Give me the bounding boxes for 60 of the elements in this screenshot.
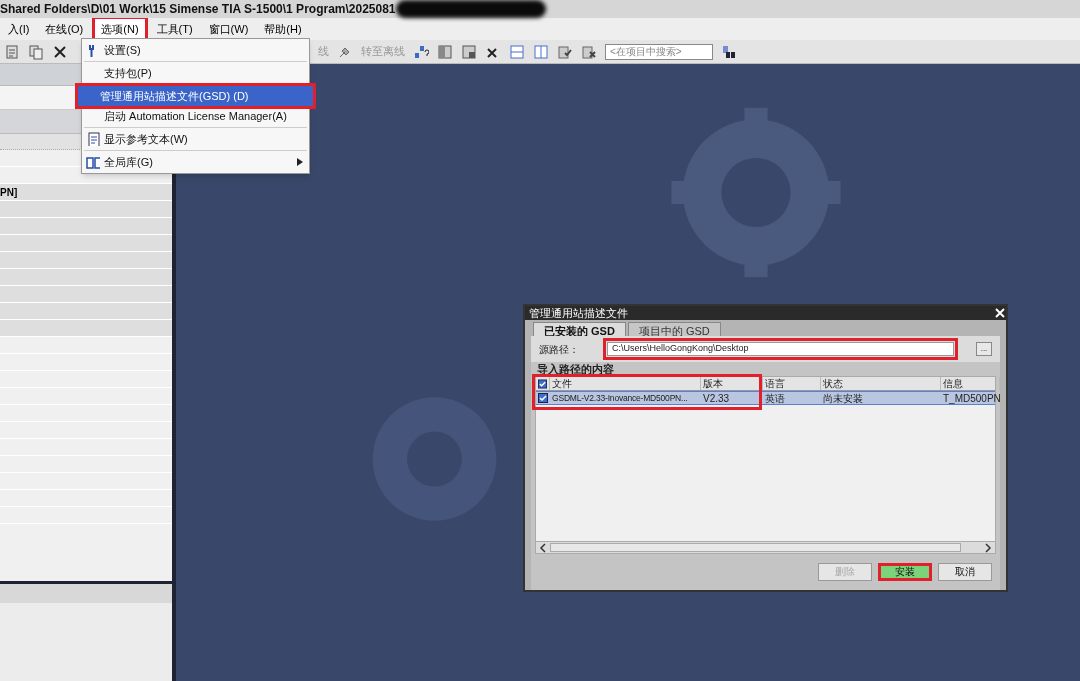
panel-icon[interactable] [461,43,477,60]
book-icon [86,155,100,169]
row-text: PN] [0,185,18,200]
split-vertical-icon[interactable] [533,43,549,60]
tab[interactable]: 已安装的 GSD [533,322,626,336]
scroll-right-icon[interactable] [983,542,993,553]
menu-item[interactable]: 帮助(H) [256,19,310,39]
menu-item[interactable]: 选项(N) [95,19,145,39]
document-icon [86,132,100,146]
table-cell-text: GSDML-V2.33-Inovance-MD500PN... [551,392,689,404]
scroll-left-icon[interactable] [538,542,548,553]
search-field[interactable]: <在项目中搜索> [605,43,713,60]
menu-label: 全局库(G) [104,154,154,170]
scrollbar-thumb[interactable] [550,543,961,552]
checkbox[interactable] [538,378,547,389]
window-title: Shared Folders\D\01 Work\15 Simense TIA S-1500\1 Program\2025081 [0,1,396,18]
submenu-arrow-icon [297,158,303,166]
check-icon[interactable] [557,43,573,60]
toolbar-label: 线 [318,44,329,60]
checkbox[interactable] [538,393,548,403]
horizontal-scrollbar[interactable] [536,541,995,553]
menu-item[interactable]: 启动 Automation License Manager(A) [82,106,309,126]
toolbar-label: 转至离线 [361,44,405,60]
table-cell-text: V2.33 [702,392,731,404]
delete-icon[interactable] [52,43,68,60]
table-cell-text: T_MD500PN [942,392,1000,404]
column-header: 语言 [763,377,821,390]
menu-label: 支持包(P) [104,65,153,81]
menu-item[interactable]: 管理通用站描述文件(GSD) (D) [78,86,313,106]
split-horizontal-icon[interactable] [509,43,525,60]
network-help-icon[interactable] [413,43,429,60]
table-cell-text: 英语 [764,392,786,404]
dialog-button[interactable]: 安装 [878,563,932,581]
menu-item[interactable]: 设置(S) [82,40,309,60]
column-header: 状态 [821,377,941,390]
menu-item[interactable]: 全局库(G) [82,152,309,172]
binoculars-icon[interactable] [721,43,737,60]
menu-item[interactable]: 窗口(W) [200,19,257,39]
menu-item[interactable]: 支持包(P) [82,63,309,83]
menu-label: 管理通用站描述文件(GSD) (D) [100,88,250,104]
copy-icon[interactable] [28,43,44,60]
close-icon[interactable] [994,307,1006,319]
menu-label: 设置(S) [104,42,142,58]
menu-item[interactable]: 显示参考文本(W) [82,129,309,149]
menu-item[interactable]: 入(I) [0,19,38,39]
dialog-button[interactable]: 取消 [938,563,992,581]
panel-icon[interactable] [437,43,453,60]
menu-label: 显示参考文本(W) [104,131,189,147]
section-title: 导入路径的内容 [536,362,615,376]
menu-item[interactable]: 在线(O) [37,19,92,39]
field-label: 源路径： [539,342,580,357]
uncheck-icon[interactable] [581,43,597,60]
browse-button[interactable]: ... [976,342,992,356]
menu-item[interactable]: 工具(T) [148,19,201,39]
tab[interactable]: 项目中的 GSD [627,322,721,336]
dialog-title: 管理通用站描述文件 [529,305,628,321]
column-header: 信息 [941,377,1000,390]
table-cell-text: 尚未安装 [822,392,864,404]
path-field[interactable]: C:\Users\HelloGongKong\Desktop [607,342,954,356]
menu-label: 启动 Automation License Manager(A) [104,108,288,124]
